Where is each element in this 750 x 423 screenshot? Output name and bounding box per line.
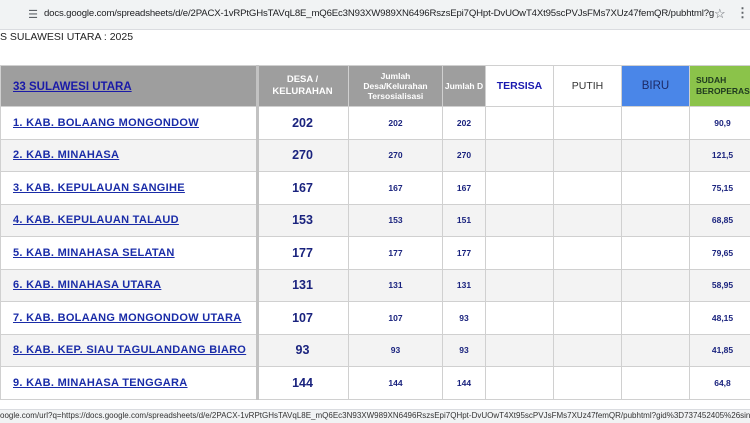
row-biru [622, 237, 690, 270]
row-desa: 153 [257, 204, 349, 237]
row-desa: 167 [257, 172, 349, 205]
table-row: 3. KAB. KEPULAUAN SANGIHE 167 167 167 75… [1, 172, 750, 205]
row-biru [622, 204, 690, 237]
table-row: 6. KAB. MINAHASA UTARA 131 131 131 58,95 [1, 269, 750, 302]
row-tersosialisasi: 153 [349, 204, 443, 237]
header-row: 33 SULAWESI UTARA DESA /KELURAHAN Jumlah… [1, 66, 750, 107]
row-tersisa [486, 139, 554, 172]
row-putih [554, 367, 622, 400]
header-tersosialisasi: JumlahDesa/KelurahanTersosialisasi [349, 66, 443, 107]
row-tersisa [486, 334, 554, 367]
table-row: 4. KAB. KEPULAUAN TALAUD 153 153 151 68,… [1, 204, 750, 237]
row-sudah: 41,85 [690, 334, 750, 367]
row-sudah: 48,15 [690, 302, 750, 335]
header-putih: PUTIH [554, 66, 622, 107]
url-text[interactable]: docs.google.com/spreadsheets/d/e/2PACX-1… [44, 8, 714, 19]
row-tersosialisasi: 270 [349, 139, 443, 172]
row-tersisa [486, 204, 554, 237]
row-biru [622, 107, 690, 140]
row-tersosialisasi: 93 [349, 334, 443, 367]
row-tersosialisasi: 107 [349, 302, 443, 335]
row-sudah: 58,95 [690, 269, 750, 302]
row-jumlah-d: 93 [443, 334, 486, 367]
row-sudah: 64,8 [690, 367, 750, 400]
row-jumlah-d: 177 [443, 237, 486, 270]
row-jumlah-d: 93 [443, 302, 486, 335]
header-desa: DESA /KELURAHAN [257, 66, 349, 107]
row-putih [554, 334, 622, 367]
header-sudah-beroperasi: SUDAHBEROPERAS [690, 66, 750, 107]
row-tersosialisasi: 144 [349, 367, 443, 400]
row-biru [622, 367, 690, 400]
row-name[interactable]: 8. KAB. KEP. SIAU TAGULANDANG BIARO [1, 334, 257, 367]
row-name[interactable]: 2. KAB. MINAHASA [1, 139, 257, 172]
row-sudah: 90,9 [690, 107, 750, 140]
table-row: 9. KAB. MINAHASA TENGGARA 144 144 144 64… [1, 367, 750, 400]
row-tersisa [486, 237, 554, 270]
row-name[interactable]: 6. KAB. MINAHASA UTARA [1, 269, 257, 302]
row-putih [554, 172, 622, 205]
row-biru [622, 302, 690, 335]
tune-icon[interactable]: ☰ [26, 8, 40, 22]
more-vert-icon[interactable]: ⋮ [736, 5, 749, 21]
row-tersisa [486, 107, 554, 140]
row-desa: 202 [257, 107, 349, 140]
row-desa: 270 [257, 139, 349, 172]
sheet-subtitle: S SULAWESI UTARA : 2025 [0, 31, 133, 43]
row-biru [622, 172, 690, 205]
row-jumlah-d: 167 [443, 172, 486, 205]
row-desa: 107 [257, 302, 349, 335]
row-sudah: 75,15 [690, 172, 750, 205]
table-row: 8. KAB. KEP. SIAU TAGULANDANG BIARO 93 9… [1, 334, 750, 367]
status-bar-link-preview: oogle.com/url?q=https://docs.google.com/… [0, 409, 750, 423]
row-tersisa [486, 172, 554, 205]
row-name[interactable]: 3. KAB. KEPULAUAN SANGIHE [1, 172, 257, 205]
row-name[interactable]: 4. KAB. KEPULAUAN TALAUD [1, 204, 257, 237]
row-tersisa [486, 367, 554, 400]
row-putih [554, 237, 622, 270]
header-tersisa: TERSISA [486, 66, 554, 107]
row-sudah: 121,5 [690, 139, 750, 172]
row-sudah: 68,85 [690, 204, 750, 237]
row-desa: 177 [257, 237, 349, 270]
header-jumlah-d: Jumlah D [443, 66, 486, 107]
row-desa: 144 [257, 367, 349, 400]
row-jumlah-d: 131 [443, 269, 486, 302]
row-name[interactable]: 9. KAB. MINAHASA TENGGARA [1, 367, 257, 400]
row-jumlah-d: 144 [443, 367, 486, 400]
header-province[interactable]: 33 SULAWESI UTARA [1, 66, 257, 107]
row-putih [554, 204, 622, 237]
row-putih [554, 269, 622, 302]
row-jumlah-d: 270 [443, 139, 486, 172]
header-biru: BIRU [622, 66, 690, 107]
row-name[interactable]: 7. KAB. BOLAANG MONGONDOW UTARA [1, 302, 257, 335]
row-jumlah-d: 202 [443, 107, 486, 140]
row-tersosialisasi: 177 [349, 237, 443, 270]
row-tersisa [486, 269, 554, 302]
star-icon[interactable]: ☆ [714, 6, 726, 22]
row-biru [622, 334, 690, 367]
frozen-column-divider[interactable] [256, 65, 259, 400]
address-bar[interactable]: ☰ docs.google.com/spreadsheets/d/e/2PACX… [0, 0, 750, 30]
row-putih [554, 302, 622, 335]
row-putih [554, 107, 622, 140]
table-row: 7. KAB. BOLAANG MONGONDOW UTARA 107 107 … [1, 302, 750, 335]
row-biru [622, 269, 690, 302]
row-tersisa [486, 302, 554, 335]
row-biru [622, 139, 690, 172]
row-putih [554, 139, 622, 172]
row-tersosialisasi: 131 [349, 269, 443, 302]
row-desa: 93 [257, 334, 349, 367]
table-row: 2. KAB. MINAHASA 270 270 270 121,5 [1, 139, 750, 172]
row-name[interactable]: 1. KAB. BOLAANG MONGONDOW [1, 107, 257, 140]
table-row: 5. KAB. MINAHASA SELATAN 177 177 177 79,… [1, 237, 750, 270]
data-table: 33 SULAWESI UTARA DESA /KELURAHAN Jumlah… [0, 65, 750, 400]
row-desa: 131 [257, 269, 349, 302]
row-sudah: 79,65 [690, 237, 750, 270]
row-tersosialisasi: 167 [349, 172, 443, 205]
row-name[interactable]: 5. KAB. MINAHASA SELATAN [1, 237, 257, 270]
row-tersosialisasi: 202 [349, 107, 443, 140]
table-row: 1. KAB. BOLAANG MONGONDOW 202 202 202 90… [1, 107, 750, 140]
row-jumlah-d: 151 [443, 204, 486, 237]
